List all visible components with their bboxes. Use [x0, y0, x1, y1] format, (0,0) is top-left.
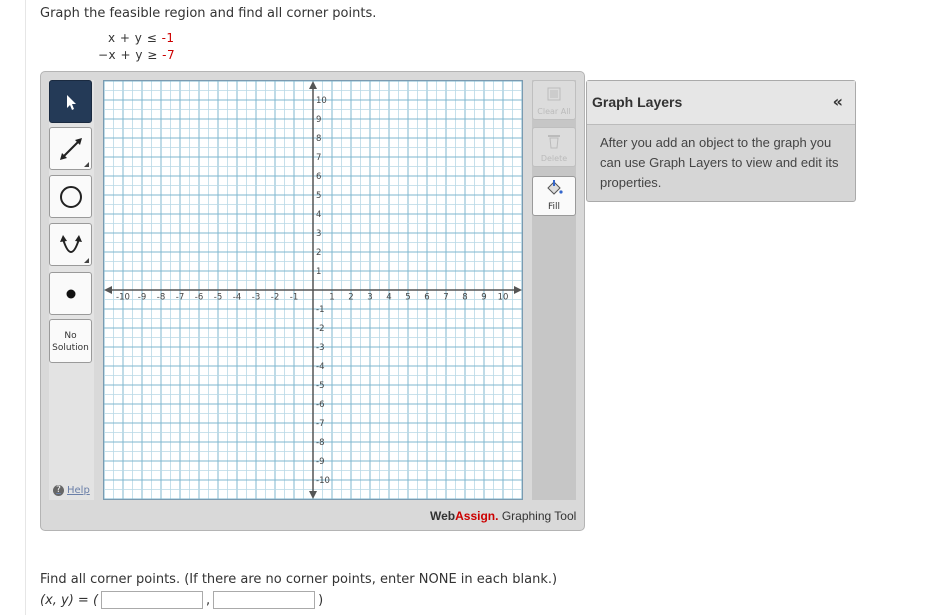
x-tick-label: 6	[424, 293, 429, 303]
y-tick-label: 8	[316, 134, 321, 144]
collapse-icon[interactable]: «	[833, 92, 843, 111]
graph-layers-header: Graph Layers «	[587, 81, 855, 125]
x-tick-label: 10	[498, 293, 509, 303]
y-tick-label: -3	[316, 343, 324, 353]
line-icon	[59, 137, 82, 160]
y-tick-label: 1	[316, 267, 321, 277]
line-tool-submenu-marker	[84, 162, 89, 167]
y-coordinate-input[interactable]	[213, 591, 316, 609]
y-tick-label: 6	[316, 172, 321, 182]
circle-icon	[59, 185, 82, 208]
coordinate-grid[interactable]: -10 -9 -8 -7 -6 -5 -4 -3 -2 -1 1 2 3 4 5 6 7 8 9 10 10 9 8 7 6 5 4…	[104, 81, 522, 499]
help-label: Help	[67, 485, 90, 496]
y-axis-up-arrow	[309, 81, 317, 89]
graph-layers-title: Graph Layers	[592, 94, 683, 110]
y-tick-label: -10	[316, 476, 330, 486]
parabola-tool-submenu-marker	[84, 258, 89, 263]
no-solution-button[interactable]: No Solution	[49, 319, 92, 363]
webassign-brand: WebAssign. Graphing Tool	[430, 509, 576, 523]
trash-icon	[548, 135, 560, 149]
corner-point-answer-row: (x, y) = ( , )	[40, 591, 323, 609]
y-tick-label: -1	[316, 305, 324, 315]
clear-all-button[interactable]: Clear All	[532, 80, 576, 120]
y-tick-label: 4	[316, 210, 321, 220]
y-tick-label: 5	[316, 191, 321, 201]
answer-close-paren: )	[318, 592, 324, 608]
parabola-icon	[59, 234, 82, 253]
pointer-icon	[66, 94, 76, 110]
inequality-1-rhs: -1	[161, 31, 175, 45]
help-icon: ?	[53, 485, 64, 496]
x-tick-label: -8	[157, 293, 165, 303]
y-tick-label: 10	[316, 96, 327, 106]
x-tick-label: -6	[195, 293, 203, 303]
inequality-2: −x + y ≥ -7	[98, 48, 175, 62]
x-tick-label: 7	[443, 293, 448, 303]
x-tick-label: -5	[214, 293, 222, 303]
question-prompt: Graph the feasible region and find all c…	[40, 6, 377, 21]
clear-all-icon	[547, 87, 561, 101]
answer-label: (x, y) = (	[40, 592, 99, 608]
circle-tool-button[interactable]	[49, 175, 92, 218]
x-axis-left-arrow	[104, 286, 112, 294]
x-tick-label: 8	[462, 293, 467, 303]
y-tick-label: 9	[316, 115, 321, 125]
y-tick-label: 7	[316, 153, 321, 163]
x-tick-label: -2	[271, 293, 279, 303]
y-tick-label: -4	[316, 362, 324, 372]
y-tick-label: -2	[316, 324, 324, 334]
x-axis-right-arrow	[514, 286, 522, 294]
y-tick-label: -9	[316, 457, 324, 467]
x-tick-label: -9	[138, 293, 146, 303]
y-tick-label: -6	[316, 400, 324, 410]
inequality-1: x + y ≤ -1	[108, 31, 175, 45]
inequality-1-lhs: x + y ≤	[108, 31, 162, 45]
y-axis-down-arrow	[309, 491, 317, 499]
x-tick-label: -7	[176, 293, 184, 303]
y-tick-label: 2	[316, 248, 321, 258]
y-tick-label: -7	[316, 419, 324, 429]
x-tick-label: 9	[481, 293, 486, 303]
no-solution-label-line1: No	[64, 331, 77, 341]
delete-label: Delete	[540, 154, 568, 163]
x-tick-label: -3	[252, 293, 260, 303]
y-tick-label: -8	[316, 438, 324, 448]
y-tick-label: -5	[316, 381, 324, 391]
fill-label: Fill	[547, 202, 561, 212]
x-tick-label: -1	[290, 293, 298, 303]
graph-layers-panel: Graph Layers « After you add an object t…	[586, 80, 856, 202]
brand-tool: Graphing Tool	[501, 509, 577, 523]
left-divider	[25, 0, 26, 615]
x-coordinate-input[interactable]	[101, 591, 204, 609]
x-tick-label: -4	[233, 293, 241, 303]
point-icon	[66, 289, 75, 298]
x-tick-label: 2	[348, 293, 353, 303]
paint-bucket-icon	[547, 180, 563, 195]
parabola-tool-button[interactable]	[49, 223, 92, 266]
inequality-2-rhs: -7	[162, 48, 176, 62]
y-tick-label: 3	[316, 229, 321, 239]
answer-separator: ,	[206, 592, 211, 608]
fill-button[interactable]: Fill	[532, 176, 576, 216]
x-tick-label: 4	[386, 293, 391, 303]
brand-assign: Assign.	[455, 509, 499, 523]
delete-button[interactable]: Delete	[532, 127, 576, 167]
brand-web: Web	[430, 509, 456, 523]
graph-canvas[interactable]: -10 -9 -8 -7 -6 -5 -4 -3 -2 -1 1 2 3 4 5 6 7 8 9 10 10 9 8 7 6 5 4…	[103, 80, 523, 500]
x-tick-label: 1	[329, 293, 334, 303]
line-tool-button[interactable]	[49, 127, 92, 170]
x-tick-label: -10	[116, 293, 130, 303]
clear-all-label: Clear All	[537, 107, 571, 116]
point-tool-button[interactable]	[49, 272, 92, 315]
graph-layers-description: After you add an object to the graph you…	[600, 135, 839, 190]
inequality-2-lhs: −x + y ≥	[98, 48, 163, 62]
x-tick-label: 5	[405, 293, 410, 303]
help-link[interactable]: ? Help	[53, 485, 90, 496]
pointer-tool-button[interactable]	[49, 80, 92, 123]
corner-points-question: Find all corner points. (If there are no…	[40, 572, 558, 587]
x-tick-label: 3	[367, 293, 372, 303]
no-solution-label-line2: Solution	[52, 343, 89, 353]
